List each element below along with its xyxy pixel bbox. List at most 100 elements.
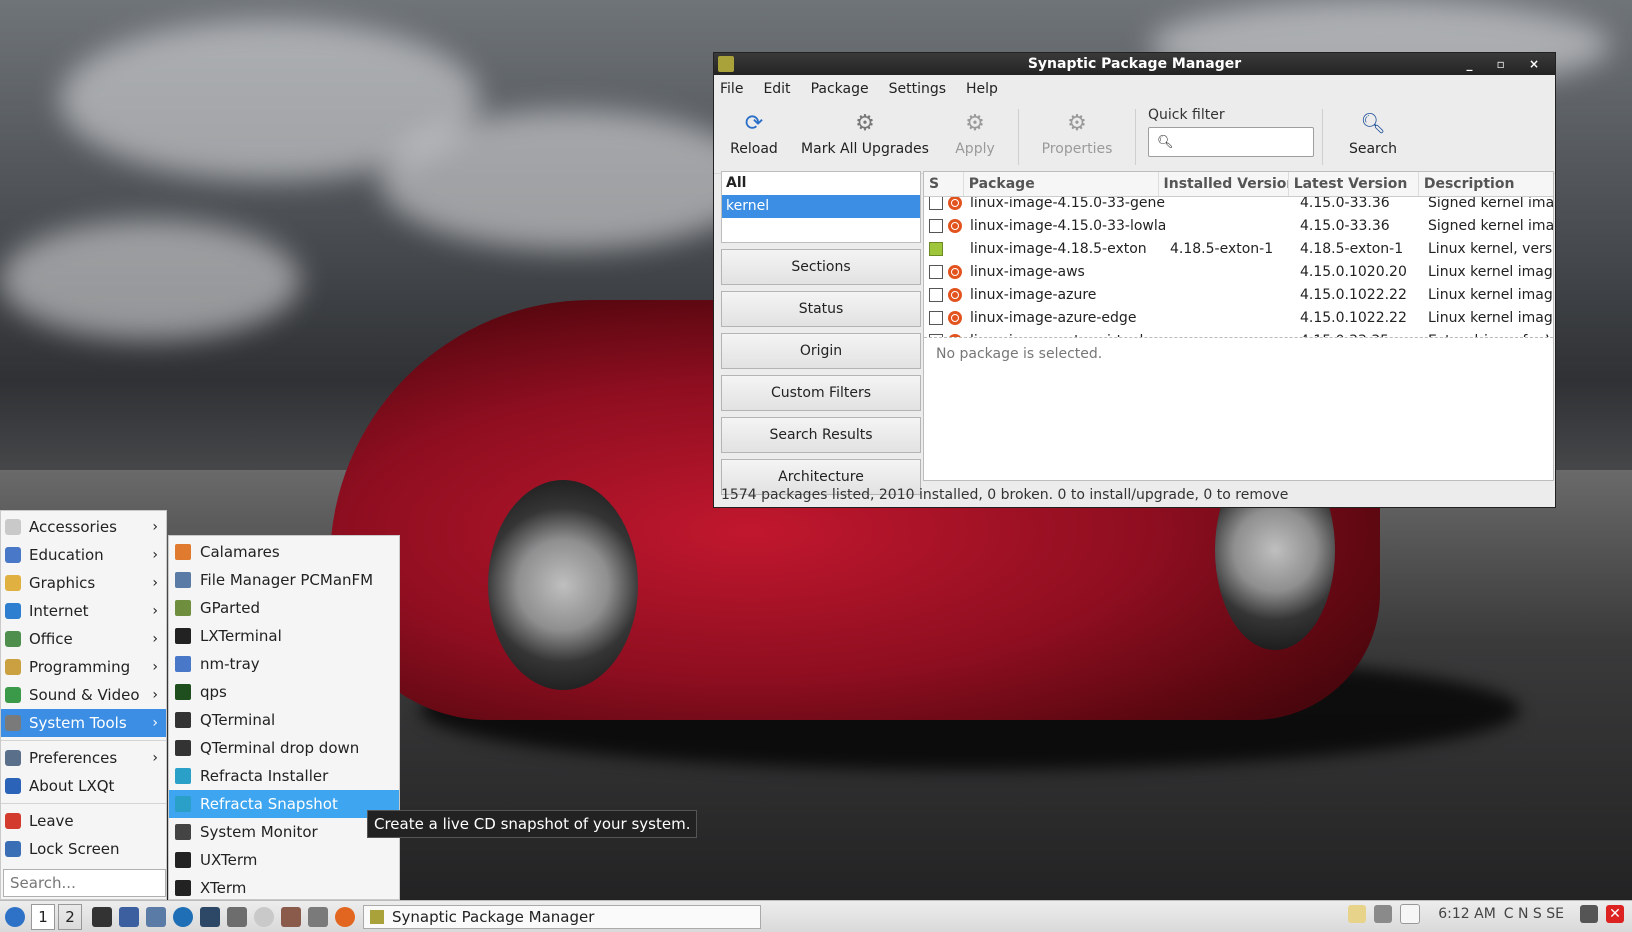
start-menu-button[interactable] [2, 905, 28, 929]
menu-package[interactable]: Package [811, 81, 869, 97]
submenu-item-nm-tray[interactable]: nm-tray [169, 650, 399, 678]
package-icon[interactable] [281, 906, 301, 927]
submenu-item-xterm[interactable]: XTerm [169, 874, 399, 902]
sections-button[interactable]: Sections [721, 249, 921, 285]
menu-item-education[interactable]: Education › [1, 541, 166, 569]
installed-checkbox-icon[interactable] [929, 241, 943, 256]
menu-item-lock-screen[interactable]: Lock Screen [1, 835, 166, 863]
row-checkbox[interactable] [929, 197, 943, 210]
reload-button[interactable]: ⟳ Reload [718, 103, 790, 165]
close-session-icon[interactable]: ✕ [1606, 905, 1624, 923]
firefox-icon[interactable] [335, 906, 355, 927]
checkbox-icon[interactable] [929, 310, 943, 325]
disc-icon[interactable] [254, 906, 274, 927]
submenu-item-file-manager-pcmanfm[interactable]: File Manager PCManFM [169, 566, 399, 594]
menu-search-input[interactable]: Search... [3, 869, 166, 897]
column-header-status[interactable]: S [924, 172, 964, 196]
submenu-item-gparted[interactable]: GParted [169, 594, 399, 622]
menu-file[interactable]: File [720, 81, 743, 97]
menu-item-label: Sound & Video [29, 686, 140, 704]
submenu-item-qterminal[interactable]: QTerminal [169, 706, 399, 734]
menu-item-graphics[interactable]: Graphics › [1, 569, 166, 597]
table-row[interactable]: linux-image-4.15.0-33-generic 4.15.0-33.3… [924, 197, 1553, 214]
table-row[interactable]: linux-image-4.15.0-33-lowlatency 4.15.0-3… [924, 214, 1553, 237]
taskbar-window-synaptic[interactable]: Synaptic Package Manager [363, 904, 761, 929]
filter-item-kernel[interactable]: kernel [722, 195, 920, 218]
column-header-latest[interactable]: Latest Version [1289, 172, 1419, 196]
workspace-2[interactable]: 2 [58, 903, 82, 930]
window-controls[interactable]: _ ▫ × [1466, 53, 1549, 75]
gimp-icon[interactable] [227, 906, 247, 927]
menu-item-label: System Tools [29, 714, 127, 732]
menu-help[interactable]: Help [966, 81, 998, 97]
table-row[interactable]: linux-image-aws 4.15.0.1020.20 Linux kerne… [924, 260, 1553, 283]
checkbox-icon[interactable] [929, 264, 943, 279]
row-checkbox[interactable] [929, 241, 943, 256]
column-header-installed[interactable]: Installed Version [1159, 172, 1289, 196]
table-row[interactable]: linux-image-azure-edge 4.15.0.1022.22 Linu… [924, 306, 1553, 329]
menu-item-office[interactable]: Office › [1, 625, 166, 653]
category-icon [5, 659, 21, 675]
origin-button[interactable]: Origin [721, 333, 921, 369]
mark-all-upgrades-button[interactable]: ⚙ Mark All Upgrades [790, 103, 940, 165]
menu-item-system-tools[interactable]: System Tools › [1, 709, 166, 737]
table-row[interactable]: linux-image-4.18.5-exton 4.18.5-exton-1 4.… [924, 237, 1553, 260]
submenu-item-refracta-installer[interactable]: Refracta Installer [169, 762, 399, 790]
row-checkbox[interactable] [929, 218, 943, 233]
column-header-description[interactable]: Description [1419, 172, 1553, 196]
quick-filter-input[interactable]: 🔍︎ [1148, 127, 1314, 157]
submenu-item-qterminal-drop-down[interactable]: QTerminal drop down [169, 734, 399, 762]
qr-icon[interactable] [200, 906, 220, 927]
submenu-item-uxterm[interactable]: UXTerm [169, 846, 399, 874]
row-checkbox[interactable] [929, 264, 943, 279]
menu-item-about-lxqt[interactable]: About LXQt [1, 772, 166, 800]
submenu-item-label: LXTerminal [200, 627, 282, 645]
submenu-item-lxterminal[interactable]: LXTerminal [169, 622, 399, 650]
row-checkbox[interactable] [929, 310, 943, 325]
menu-item-leave[interactable]: Leave [1, 807, 166, 835]
menu-item-sound-video[interactable]: Sound & Video › [1, 681, 166, 709]
file-manager-icon[interactable] [119, 906, 139, 927]
menu-item-accessories[interactable]: Accessories › [1, 513, 166, 541]
show-desktop-icon[interactable] [92, 906, 112, 927]
row-checkbox[interactable] [929, 333, 943, 337]
tool-icon[interactable] [1374, 905, 1393, 923]
column-header-package[interactable]: Package [964, 172, 1159, 196]
menu-settings[interactable]: Settings [889, 81, 946, 97]
menu-edit[interactable]: Edit [763, 81, 790, 97]
checkbox-icon[interactable] [929, 218, 943, 233]
taskbar: 1 2 Synaptic Package Manager 6:12 AM C N… [0, 900, 1632, 932]
app-icon [175, 740, 191, 756]
search-button[interactable]: 🔍︎ Search [1331, 103, 1415, 165]
window-titlebar[interactable]: Synaptic Package Manager _ ▫ × [714, 53, 1555, 75]
table-row[interactable]: linux-image-azure 4.15.0.1022.22 Linux ker… [924, 283, 1553, 306]
mark-upgrades-icon: ⚙ [855, 110, 875, 136]
screen-icon[interactable] [1580, 905, 1598, 923]
checkbox-icon[interactable] [929, 287, 943, 302]
menu-item-programming[interactable]: Programming › [1, 653, 166, 681]
search-results-button[interactable]: Search Results [721, 417, 921, 453]
clock[interactable]: 6:12 AM [1438, 906, 1496, 922]
submenu-item-calamares[interactable]: Calamares [169, 538, 399, 566]
submenu-item-refracta-snapshot[interactable]: Refracta Snapshot [169, 790, 399, 818]
tools-icon[interactable] [308, 906, 328, 927]
browser-icon[interactable] [173, 906, 193, 927]
status-button[interactable]: Status [721, 291, 921, 327]
wallpaper-wheel [488, 480, 638, 690]
table-row[interactable]: linux-image-extra-virtual 4.15.0.33.35Ext… [924, 329, 1553, 337]
workspace-1[interactable]: 1 [31, 903, 55, 930]
notes-icon[interactable] [1400, 904, 1421, 924]
submenu-item-system-monitor[interactable]: System Monitor [169, 818, 399, 846]
checkbox-icon[interactable] [929, 333, 943, 337]
row-checkbox[interactable] [929, 287, 943, 302]
properties-button[interactable]: ⚙ Properties [1027, 103, 1127, 165]
submenu-item-qps[interactable]: qps [169, 678, 399, 706]
custom-filters-button[interactable]: Custom Filters [721, 375, 921, 411]
checkbox-icon[interactable] [929, 197, 943, 210]
filter-item-all[interactable]: All [722, 172, 920, 195]
clipboard-icon[interactable] [1348, 905, 1367, 923]
network-icon[interactable] [146, 906, 166, 927]
menu-item-internet[interactable]: Internet › [1, 597, 166, 625]
apply-button[interactable]: ⚙ Apply [940, 103, 1010, 165]
menu-item-preferences[interactable]: Preferences › [1, 744, 166, 772]
